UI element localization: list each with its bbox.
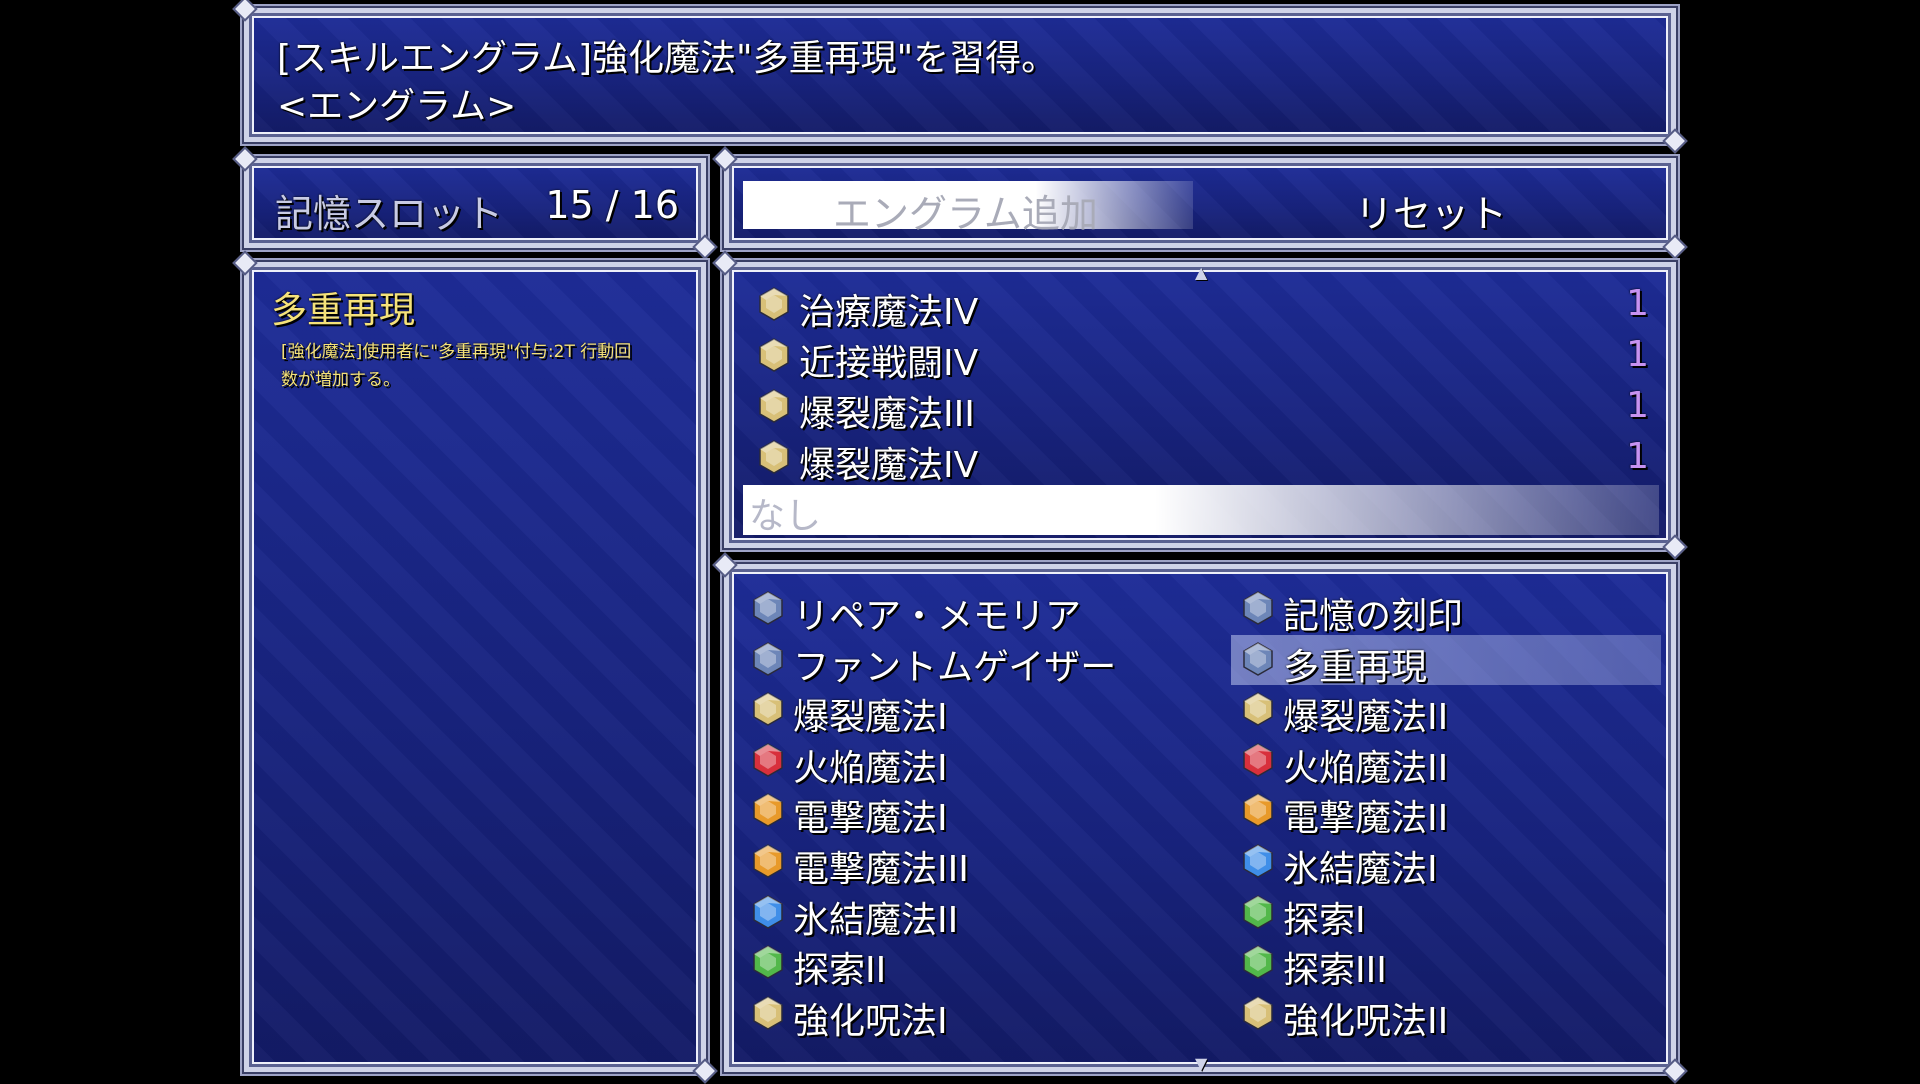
engram-gem-icon <box>1243 641 1273 676</box>
available-item-name: 強化呪法II <box>1283 1000 1449 1042</box>
available-item[interactable]: 多重再現 <box>1231 634 1661 688</box>
available-item-name: 探索III <box>1283 950 1387 992</box>
available-item[interactable]: 電撃魔法III <box>741 836 1171 890</box>
equipped-item-name: なし <box>749 496 822 537</box>
engram-gem-icon <box>753 692 783 727</box>
available-item-name: 探索I <box>1283 899 1366 941</box>
memory-slot-value: 15 / 16 <box>545 183 679 227</box>
equipped-list-window: ▲ 治療魔法IV 1 近接戦闘IV 1 爆裂魔法III 1 爆裂魔法IV 1 なし <box>724 262 1676 548</box>
available-item[interactable]: ファントムゲイザー <box>741 634 1171 688</box>
engram-gem-icon <box>1243 844 1273 878</box>
available-item-name: 電撃魔法II <box>1283 798 1449 840</box>
available-item-name: リペア・メモリア <box>793 596 1082 637</box>
available-item-name: ファントムゲイザー <box>793 646 1117 688</box>
engram-gem-icon <box>759 389 789 423</box>
engram-gem-icon <box>1243 742 1273 777</box>
equipped-item-count: 1 <box>1626 334 1649 375</box>
command-window: エングラム追加 リセット <box>724 158 1676 248</box>
engram-gem-icon <box>759 338 789 372</box>
available-item-name: 火焔魔法I <box>793 747 948 789</box>
available-item-name: 探索II <box>793 950 887 992</box>
equipped-item[interactable]: 近接戦闘IV 1 <box>743 330 1659 384</box>
equipped-item-name: 近接戦闘IV <box>799 343 979 384</box>
engram-gem-icon <box>1243 995 1273 1030</box>
engram-gem-icon <box>1243 894 1273 929</box>
available-item[interactable]: リペア・メモリア <box>741 583 1171 637</box>
available-item-name: 多重再現 <box>1283 646 1428 688</box>
available-item[interactable]: 爆裂魔法I <box>741 684 1171 738</box>
available-item-name: 氷結魔法I <box>1283 849 1438 890</box>
available-item[interactable]: 火焔魔法I <box>741 735 1171 789</box>
available-item[interactable]: 強化呪法I <box>741 988 1171 1042</box>
available-item[interactable]: 氷結魔法I <box>1231 836 1661 890</box>
available-item-name: 火焔魔法II <box>1283 747 1449 789</box>
equipped-item-count: 1 <box>1626 436 1649 477</box>
available-item-name: 電撃魔法I <box>793 798 948 840</box>
equipped-item-name: 爆裂魔法III <box>799 394 975 435</box>
available-item-name: 爆裂魔法I <box>793 697 948 739</box>
message-line-2: <エングラム> <box>277 86 517 127</box>
engram-gem-icon <box>1243 793 1273 828</box>
engram-gem-icon <box>759 287 789 321</box>
skill-title: 多重再現 <box>271 290 416 331</box>
equipped-item[interactable]: なし <box>743 483 1659 537</box>
detail-window: 多重再現 [強化魔法]使用者に"多重再現"付与:2T 行動回 数が増加する。 <box>244 262 706 1072</box>
available-item-name: 氷結魔法II <box>793 899 959 941</box>
equipped-item-name: 爆裂魔法IV <box>799 445 979 486</box>
available-item[interactable]: 爆裂魔法II <box>1231 684 1661 738</box>
available-item[interactable]: 電撃魔法II <box>1231 785 1661 839</box>
memory-slot-window: 記憶スロット 15 / 16 <box>244 158 706 248</box>
game-screen: [スキルエングラム]強化魔法"多重再現"を習得。 <エングラム> 記憶スロット … <box>0 0 1920 1080</box>
reset-button[interactable]: リセット <box>1355 183 1507 238</box>
engram-gem-icon <box>753 742 783 777</box>
available-item-name: 強化呪法I <box>793 1000 948 1042</box>
engram-gem-icon <box>753 591 783 625</box>
message-window: [スキルエングラム]強化魔法"多重再現"を習得。 <エングラム> <box>244 8 1676 142</box>
engram-gem-icon <box>1243 945 1273 980</box>
engram-gem-icon <box>759 440 789 474</box>
available-item-name: 記憶の刻印 <box>1283 596 1464 637</box>
equipped-item[interactable]: 治療魔法IV 1 <box>743 279 1659 333</box>
available-item[interactable]: 探索III <box>1231 937 1661 991</box>
engram-gem-icon <box>753 945 783 980</box>
available-item[interactable]: 電撃魔法I <box>741 785 1171 839</box>
available-item[interactable]: 火焔魔法II <box>1231 735 1661 789</box>
equipped-item[interactable]: 爆裂魔法III 1 <box>743 381 1659 435</box>
scroll-down-arrow-icon[interactable]: ▼ <box>1195 1054 1207 1073</box>
available-list-window: リペア・メモリア 記憶の刻印ファントムゲイザー 多重再現爆裂魔法I 爆裂魔法II 火焔魔… <box>724 564 1676 1073</box>
message-line-1: [スキルエングラム]強化魔法"多重再現"を習得。 <box>277 38 1058 79</box>
equipped-item-count: 1 <box>1626 385 1649 426</box>
engram-gem-icon <box>753 894 783 929</box>
engram-gem-icon <box>753 995 783 1030</box>
equipped-item[interactable]: 爆裂魔法IV 1 <box>743 432 1659 486</box>
equipped-item-name: 治療魔法IV <box>799 292 979 333</box>
available-item[interactable]: 強化呪法II <box>1231 988 1661 1042</box>
available-item[interactable]: 探索I <box>1231 887 1661 941</box>
engram-gem-icon <box>753 641 783 676</box>
available-item[interactable]: 氷結魔法II <box>741 887 1171 941</box>
available-item-name: 爆裂魔法II <box>1283 697 1449 739</box>
engram-gem-icon <box>1243 692 1273 727</box>
skill-description-line-2: 数が増加する。 <box>281 370 400 390</box>
equipped-item-count: 1 <box>1626 283 1649 324</box>
skill-description-line-1: [強化魔法]使用者に"多重再現"付与:2T 行動回 <box>281 342 632 362</box>
available-item[interactable]: 記憶の刻印 <box>1231 583 1661 637</box>
add-engram-button[interactable]: エングラム追加 <box>833 183 1098 238</box>
engram-gem-icon <box>753 793 783 828</box>
available-item[interactable]: 探索II <box>741 937 1171 991</box>
engram-gem-icon <box>753 844 783 878</box>
engram-gem-icon <box>1243 591 1273 625</box>
available-item-name: 電撃魔法III <box>793 849 969 890</box>
memory-slot-label: 記憶スロット <box>275 192 504 236</box>
